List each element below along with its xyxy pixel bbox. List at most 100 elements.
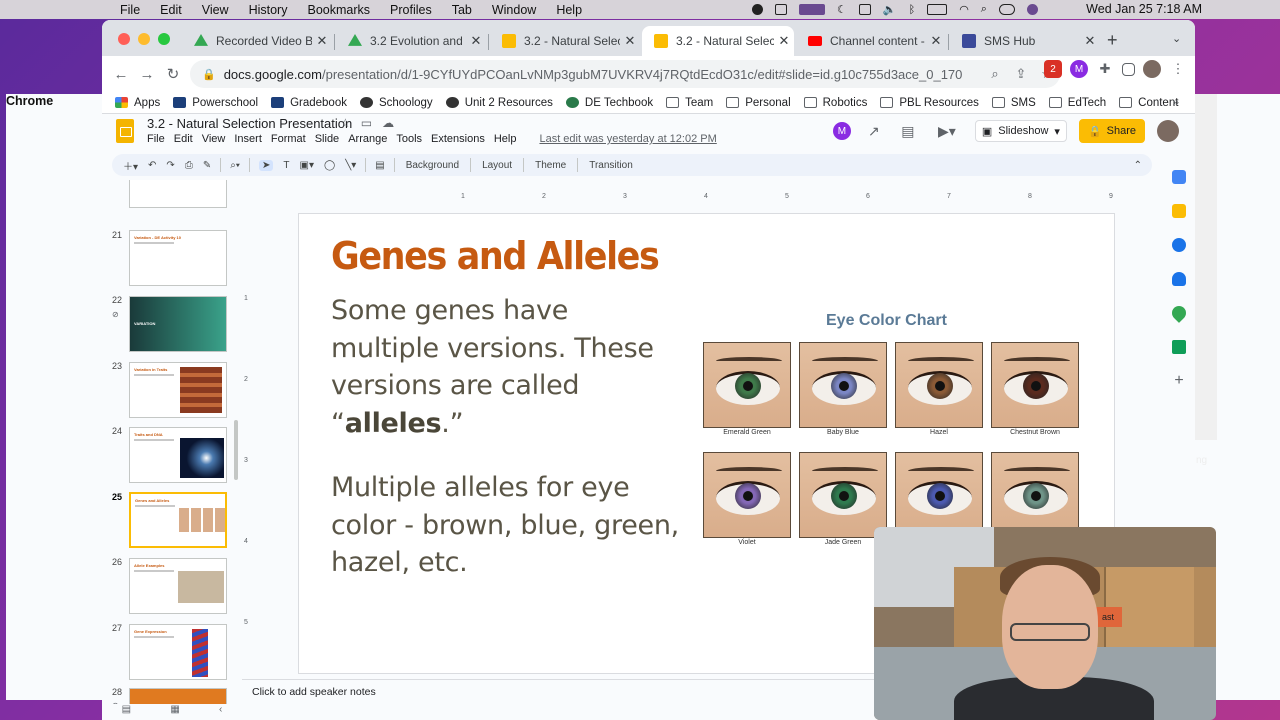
side-panel-icon[interactable] (1122, 62, 1135, 76)
bookmark-unit-2-resources[interactable]: Unit 2 Resources (445, 97, 553, 109)
document-title[interactable]: 3.2 - Natural Selection Presentation (147, 116, 352, 131)
calendar-icon[interactable] (1172, 170, 1186, 184)
slide-body-paragraph-2[interactable]: Multiple alleles for eye color - brown, … (331, 469, 691, 582)
collapse-toolbar-icon[interactable]: ⌃ (1134, 160, 1142, 171)
menu-view[interactable]: View (202, 3, 229, 17)
slide-thumbnail[interactable] (129, 688, 227, 704)
spotlight-search-icon[interactable]: ⌕ (981, 3, 987, 16)
maps-icon[interactable] (1169, 303, 1189, 323)
text-box-icon[interactable]: T (283, 160, 289, 171)
tab-recorded-video[interactable]: Recorded Video Backu ✕ (182, 26, 332, 56)
control-center-icon[interactable] (998, 4, 1015, 15)
menu-bookmarks[interactable]: Bookmarks (307, 3, 370, 17)
slides-menu-view[interactable]: View (202, 133, 226, 145)
extensions-puzzle-icon[interactable]: ✚ (1096, 60, 1114, 78)
slides-menu-arrange[interactable]: Arrange (348, 133, 387, 145)
theme-button[interactable]: Theme (535, 160, 566, 171)
addon-icon[interactable] (1172, 340, 1186, 354)
menu-file[interactable]: File (120, 3, 140, 17)
bookmark-folder-pbl-resources[interactable]: PBL Resources (880, 97, 979, 109)
slides-logo-icon[interactable] (116, 119, 134, 143)
share-button[interactable]: 🔒 Share (1078, 119, 1145, 143)
menu-help[interactable]: Help (556, 3, 582, 17)
bookmark-schoology[interactable]: Schoology (359, 97, 433, 109)
volume-icon[interactable]: 🔈 (883, 3, 897, 16)
bookmark-de-techbook[interactable]: DE Techbook (565, 97, 653, 109)
screen-share-icon[interactable] (799, 4, 825, 15)
profile-avatar[interactable] (1143, 60, 1161, 78)
activity-trend-icon[interactable]: ↗ (863, 120, 885, 142)
slides-menu-slide[interactable]: Slide (315, 133, 339, 145)
list-view-icon[interactable]: ▤ (122, 704, 131, 720)
address-bar[interactable]: 🔒 docs.google.com/presentation/d/1-9CYfU… (190, 60, 1060, 88)
slides-menu-format[interactable]: Format (271, 133, 306, 145)
tasks-icon[interactable] (1172, 238, 1186, 252)
bookmark-powerschool[interactable]: Powerschool (173, 97, 258, 109)
battery-icon[interactable] (927, 4, 948, 15)
chrome-menu-icon[interactable]: ⋮ (1169, 60, 1187, 78)
display-icon[interactable] (858, 4, 871, 15)
slides-menu-file[interactable]: File (147, 133, 165, 145)
moon-icon[interactable]: ☾ (837, 3, 847, 16)
contacts-icon[interactable] (1172, 272, 1186, 286)
tab-evolution[interactable]: 3.2 Evolution and Natu ✕ (336, 26, 486, 56)
last-edit-link[interactable]: Last edit was yesterday at 12:02 PM (539, 133, 716, 145)
menu-history[interactable]: History (249, 3, 288, 17)
drive-status-icon[interactable] (775, 4, 787, 15)
keep-icon[interactable] (1172, 204, 1186, 218)
extension-red-icon[interactable]: 2 (1044, 60, 1062, 78)
extension-purple-icon[interactable]: M (1070, 60, 1088, 78)
new-slide-icon[interactable]: ＋▾ (123, 158, 138, 173)
slide-thumbnail[interactable]: Allele Examples (129, 558, 227, 614)
slides-menu-help[interactable]: Help (494, 133, 517, 145)
bookmark-folder-sms[interactable]: SMS (991, 97, 1036, 109)
new-tab-icon[interactable]: + (1107, 30, 1118, 51)
zoom-icon[interactable]: ⌕▾ (230, 160, 240, 171)
slide-thumbnail[interactable]: Traits and DNA (129, 427, 227, 483)
close-tab-icon[interactable]: ✕ (466, 33, 486, 49)
reload-icon[interactable]: ↻ (160, 65, 186, 83)
star-icon[interactable]: ☆ (340, 116, 351, 130)
slide-thumbnail[interactable]: Gene Expression (129, 624, 227, 680)
zoom-search-icon[interactable]: ⌕ (982, 66, 1008, 82)
slides-menu-edit[interactable]: Edit (174, 133, 193, 145)
cloud-status-icon[interactable]: ☁ (382, 116, 394, 130)
menu-profiles[interactable]: Profiles (390, 3, 432, 17)
slide-body-paragraph-1[interactable]: Some genes have multiple versions. These… (331, 292, 681, 442)
comments-icon[interactable]: ▤ (897, 120, 919, 142)
close-tab-icon[interactable]: ✕ (620, 33, 640, 49)
url-text[interactable]: docs.google.com/presentation/d/1-9CYfUYd… (224, 67, 982, 82)
zoom-window-icon[interactable] (158, 33, 170, 45)
bookmark-folder-personal[interactable]: Personal (726, 97, 791, 109)
meet-video-icon[interactable]: ▶▾ (931, 120, 963, 142)
forward-icon[interactable]: → (134, 66, 160, 83)
close-tab-icon[interactable]: ✕ (926, 33, 946, 49)
close-tab-icon[interactable]: ✕ (312, 33, 332, 49)
bluetooth-icon[interactable]: ᛒ (909, 4, 916, 16)
comment-icon[interactable]: ▤ (375, 160, 384, 171)
tab-natural-selection-1[interactable]: 3.2 - Natural Selection ✕ (490, 26, 640, 56)
menu-edit[interactable]: Edit (160, 3, 182, 17)
slides-menu-insert[interactable]: Insert (234, 133, 262, 145)
slide-thumbnail[interactable]: Variation - DE Activity 10 (129, 230, 227, 286)
menu-window[interactable]: Window (492, 3, 536, 17)
siri-icon[interactable] (1026, 4, 1038, 15)
bookmark-gradebook[interactable]: Gradebook (271, 97, 347, 109)
slide-title[interactable]: Genes and Alleles (331, 234, 660, 278)
transition-button[interactable]: Transition (589, 160, 633, 171)
background-button[interactable]: Background (406, 160, 459, 171)
select-cursor-icon[interactable]: ➤ (259, 159, 274, 171)
back-icon[interactable]: ← (108, 66, 134, 83)
bookmark-folder-robotics[interactable]: Robotics (803, 97, 867, 109)
undo-icon[interactable]: ↶ (148, 160, 156, 171)
extension-m-icon[interactable]: M (832, 122, 851, 140)
menu-tab[interactable]: Tab (452, 3, 472, 17)
redo-icon[interactable]: ↷ (166, 160, 174, 171)
collapse-filmstrip-icon[interactable]: ‹ (219, 704, 222, 720)
tab-sms-hub[interactable]: SMS Hub ✕ (950, 26, 1100, 56)
close-window-icon[interactable] (118, 33, 130, 45)
grid-view-icon[interactable]: ▦ (170, 704, 179, 720)
slides-menu-extensions[interactable]: Extensions (431, 133, 485, 145)
slide-thumbnail-current[interactable]: Genes and Alleles (129, 492, 227, 548)
record-status-icon[interactable] (752, 4, 763, 15)
